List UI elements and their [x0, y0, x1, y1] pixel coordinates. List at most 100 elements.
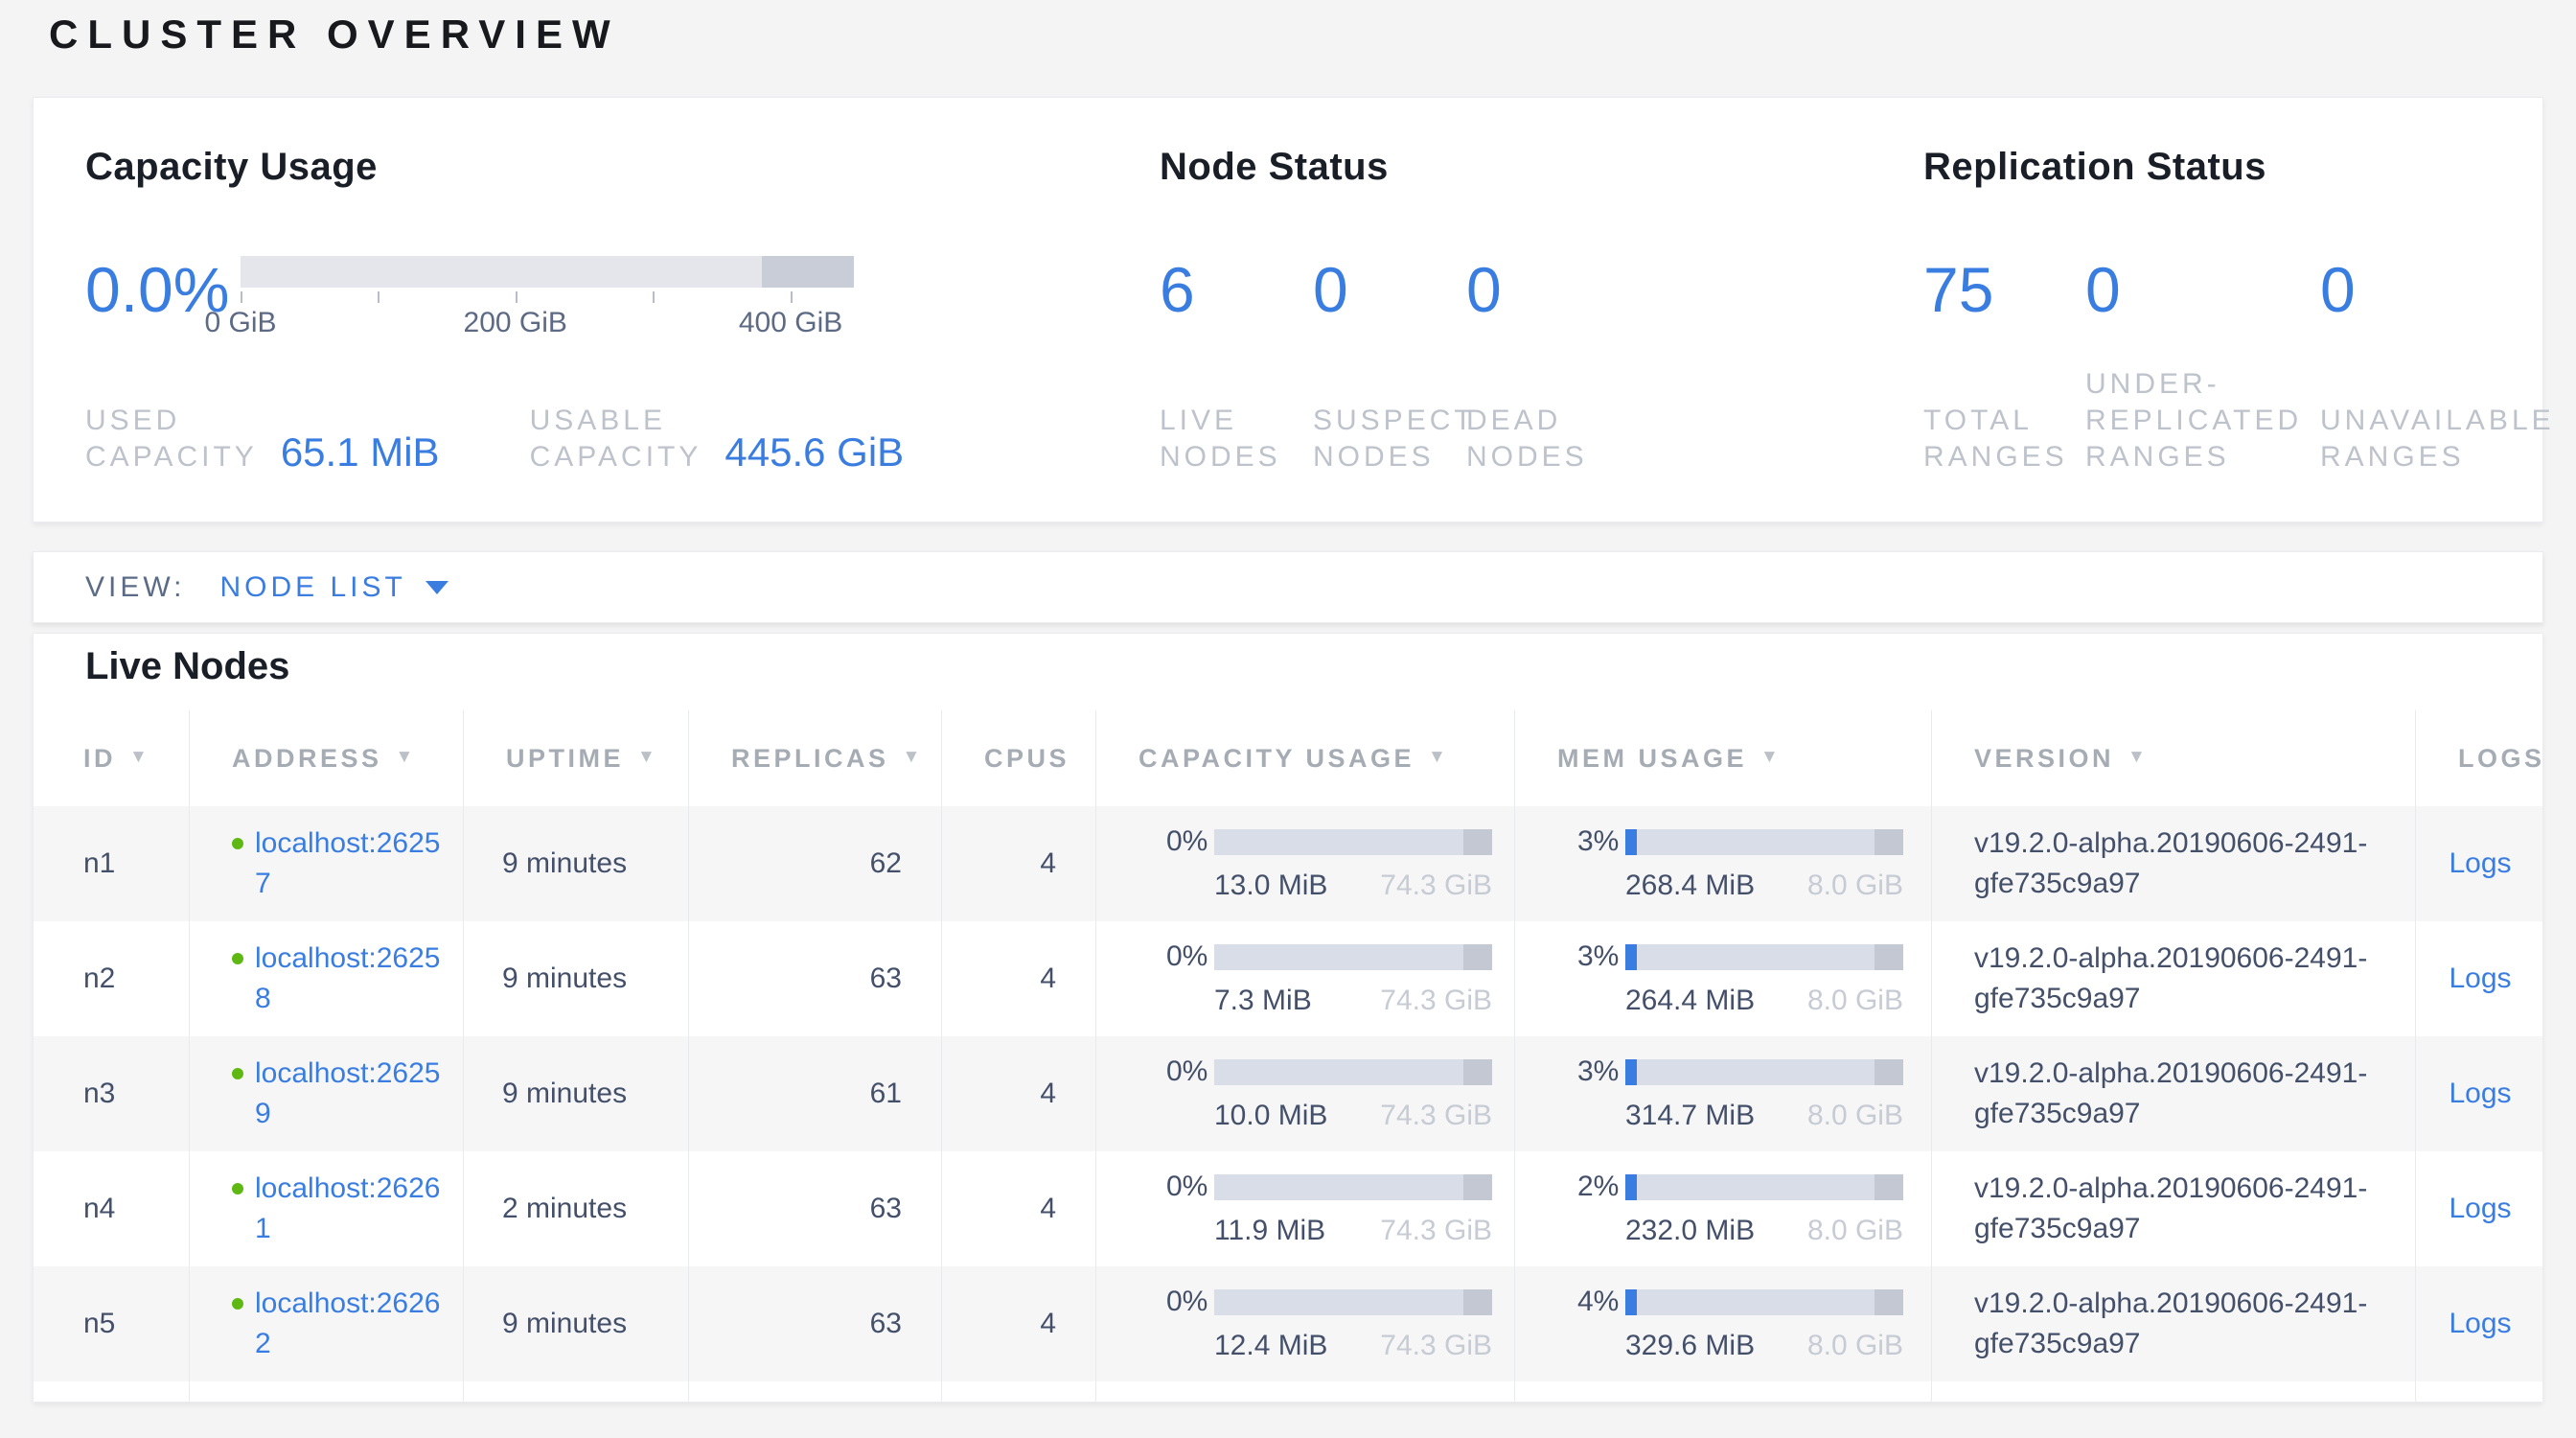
- node-address-link[interactable]: localhost:26259: [255, 1054, 443, 1134]
- usage-total-value: 8.0 GiB: [1807, 1330, 1903, 1362]
- page-title: CLUSTER OVERVIEW: [49, 12, 620, 58]
- cell-capacity: 0% 7.3 MiB74.3 GiB: [1096, 921, 1515, 1036]
- usage-bar-row: 0%: [1166, 940, 1492, 973]
- column-header-replicas[interactable]: REPLICAS▼: [689, 710, 942, 806]
- live-nodes-heading: Live Nodes: [85, 645, 289, 688]
- usage-used-value: 11.9 MiB: [1214, 1215, 1325, 1247]
- usage-total-value: 8.0 GiB: [1807, 1215, 1903, 1247]
- table-row: n4localhost:262612 minutes6340%11.9 MiB7…: [34, 1151, 2543, 1266]
- axis-tick: [791, 291, 793, 303]
- column-header-label: ADDRESS: [232, 744, 382, 774]
- address-wrap: localhost:26262: [232, 1284, 443, 1364]
- usage-percent: 3%: [1577, 940, 1625, 973]
- node-address-link[interactable]: localhost:26262: [255, 1284, 443, 1364]
- replication-stat-label: UNAVAILABLERANGES: [2320, 403, 2544, 475]
- node-address-link[interactable]: localhost:26257: [255, 823, 443, 904]
- cell-version: v19.2.0-alpha.20190606-2491-gfe735c9a97: [1932, 921, 2416, 1036]
- column-header-id[interactable]: ID▼: [34, 710, 190, 806]
- live-status-dot-icon: [232, 1068, 243, 1079]
- usage-percent: 3%: [1577, 1055, 1625, 1088]
- cell-id: n4: [34, 1151, 190, 1266]
- capacity-usage-chart: 0.0% 0 GiB200 GiB400 GiB: [85, 256, 854, 341]
- usage-bar-reserved-segment: [1463, 1289, 1492, 1315]
- live-status-dot-icon: [232, 1183, 243, 1194]
- column-header-label: UPTIME: [506, 744, 624, 774]
- axis-tick-label: 200 GiB: [464, 307, 567, 339]
- replication-stat-value: 75: [1923, 256, 2085, 323]
- usage-bar-reserved-segment: [1874, 1059, 1903, 1085]
- column-header-address[interactable]: ADDRESS▼: [190, 710, 464, 806]
- usage-percent: 0%: [1166, 1171, 1214, 1203]
- live-status-dot-icon: [232, 953, 243, 964]
- replication-status-section: Replication Status 7500 TOTALRANGESUNDER…: [1923, 146, 2544, 500]
- usage-values-row: 13.0 MiB74.3 GiB: [1214, 870, 1492, 902]
- usage-bar-reserved-segment: [1874, 944, 1903, 970]
- logs-link[interactable]: Logs: [2449, 1193, 2511, 1225]
- cell-memory: 3%314.7 MiB8.0 GiB: [1515, 1036, 1932, 1151]
- usage-values-row: 264.4 MiB8.0 GiB: [1625, 985, 1903, 1017]
- usage-bar-row: 3%: [1577, 825, 1903, 858]
- node-stat-value: 0: [1313, 256, 1466, 323]
- usage-bar-fill: [1625, 944, 1637, 970]
- usage-values-row: 12.4 MiB74.3 GiB: [1214, 1330, 1492, 1362]
- column-header-label: ID: [83, 744, 116, 774]
- column-header-uptime[interactable]: UPTIME ▼: [464, 710, 689, 806]
- axis-tick: [516, 291, 518, 303]
- version-text: v19.2.0-alpha.20190606-2491-gfe735c9a97: [1974, 823, 2415, 904]
- stat-value: 445.6 GiB: [724, 431, 904, 474]
- usage-values-row: 329.6 MiB 8.0 GiB: [1625, 1330, 1903, 1362]
- logs-link[interactable]: Logs: [2449, 963, 2511, 995]
- logs-link[interactable]: Logs: [2449, 1308, 2511, 1340]
- usage-values-row: 7.3 MiB74.3 GiB: [1214, 985, 1492, 1017]
- view-dropdown-selected[interactable]: NODE LIST: [219, 571, 405, 604]
- column-header-memory[interactable]: MEM USAGE▼: [1515, 710, 1932, 806]
- cell-replicas: 63: [689, 1151, 942, 1266]
- cell-uptime: 9 minutes: [464, 921, 689, 1036]
- usage-bar: [1625, 1174, 1903, 1200]
- capacity-bar-reserved-segment: [762, 256, 854, 288]
- cell-empty: [34, 1381, 190, 1403]
- usage-used-value: 264.4 MiB: [1625, 985, 1755, 1017]
- column-header-capacity[interactable]: CAPACITY USAGE▼: [1096, 710, 1515, 806]
- usage-bar-reserved-segment: [1874, 1174, 1903, 1200]
- cell-logs: Logs: [2416, 1036, 2543, 1151]
- live-status-dot-icon: [232, 1298, 243, 1310]
- usage-percent: 0%: [1166, 825, 1214, 858]
- cell-capacity: 0%12.4 MiB74.3 GiB: [1096, 1266, 1515, 1381]
- usage-bar-row: 3%: [1577, 1055, 1903, 1088]
- logs-link[interactable]: Logs: [2449, 1078, 2511, 1110]
- cell-replicas: 63: [689, 921, 942, 1036]
- usage-bar-row: 0%: [1166, 825, 1492, 858]
- cell-uptime: 9 minutes: [464, 1266, 689, 1381]
- view-dropdown[interactable]: NODE LIST: [219, 571, 448, 604]
- version-text: v19.2.0-alpha.20190606-2491-gfe735c9a97: [1974, 939, 2415, 1019]
- usage-bar-row: 2%: [1577, 1171, 1903, 1203]
- capacity-axis-labels: 0 GiB200 GiB400 GiB: [241, 307, 854, 341]
- usage-used-value: 329.6 MiB: [1625, 1330, 1755, 1362]
- sort-arrow-icon: ▼: [903, 747, 924, 768]
- logs-link[interactable]: Logs: [2449, 847, 2511, 880]
- cell-logs: Logs: [2416, 921, 2543, 1036]
- capacity-bar: [241, 256, 854, 288]
- usage-bar: [1214, 1174, 1492, 1200]
- cell-cpus: 4: [942, 806, 1096, 921]
- cell-empty: [1515, 1381, 1932, 1403]
- usage-values-row: 11.9 MiB74.3 GiB: [1214, 1215, 1492, 1247]
- column-header-label: MEM USAGE: [1557, 744, 1747, 774]
- usage-bar-row: 3%: [1577, 940, 1903, 973]
- node-address-link[interactable]: localhost:26258: [255, 939, 443, 1019]
- cell-address: localhost:26259: [190, 1036, 464, 1151]
- axis-tick-label: 400 GiB: [739, 307, 842, 339]
- version-text: v19.2.0-alpha.20190606-2491-gfe735c9a97: [1974, 1054, 2415, 1134]
- usage-bar: [1214, 944, 1492, 970]
- sort-arrow-icon: ▼: [637, 747, 658, 768]
- node-address-link[interactable]: localhost:26261: [255, 1169, 443, 1249]
- cell-uptime: 9 minutes: [464, 806, 689, 921]
- live-nodes-card: Live Nodes ID▼ADDRESS▼UPTIME▼REPLICAS▼CP…: [33, 633, 2543, 1403]
- capacity-usage-section: Capacity Usage 0.0% 0 GiB200 GiB400 GiB …: [85, 146, 1082, 500]
- sort-arrow-icon: ▼: [1428, 747, 1449, 768]
- column-header-version[interactable]: VERSION▼: [1932, 710, 2416, 806]
- replication-stat-label: TOTALRANGES: [1923, 403, 2085, 475]
- node-status-section: Node Status 600 LIVENODESSUSPECTNODESDEA…: [1160, 146, 1735, 500]
- capacity-axis-ticks: [241, 288, 854, 303]
